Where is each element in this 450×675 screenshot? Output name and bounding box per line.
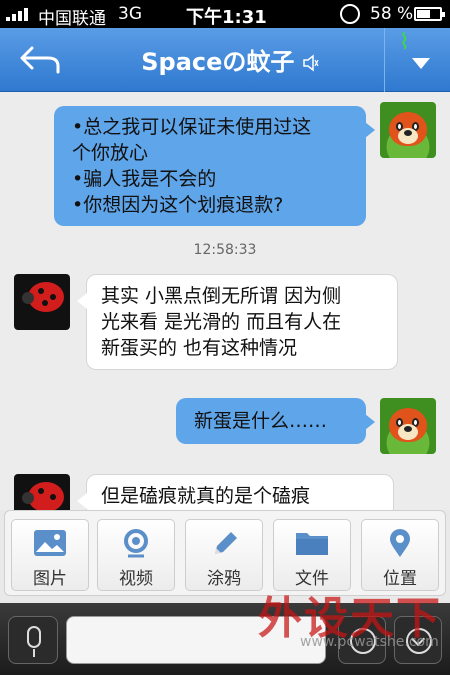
image-icon <box>34 530 66 556</box>
signal-strength-icon <box>6 8 28 21</box>
message-text: 新蛋是什么…… <box>194 410 328 432</box>
battery-fill <box>417 10 430 18</box>
contact-menu-button[interactable]: ⌇ <box>385 28 450 92</box>
tool-file-button[interactable]: 文件 <box>273 519 351 591</box>
message-bubble-outgoing[interactable]: •总之我可以保证未使用过这 个你放心 •骗人我是不会的 •你想因为这个划痕退款? <box>54 106 375 226</box>
tool-video-button[interactable]: 视频 <box>97 519 175 591</box>
tool-label: 图片 <box>33 569 67 589</box>
page-title: Spaceの蚊子 <box>141 48 295 76</box>
tool-label: 视频 <box>119 569 153 589</box>
voice-input-button[interactable] <box>8 616 58 664</box>
tool-label: 涂鸦 <box>207 569 241 589</box>
status-bar: 中国联通 3G 下午1:31 58 % <box>0 0 450 29</box>
contact-avatar[interactable] <box>14 274 70 330</box>
razer-logo-icon: ⌇ <box>399 30 410 55</box>
message-text: 其实 小黑点倒无所谓 因为侧 <box>101 285 342 307</box>
tool-doodle-button[interactable]: 涂鸦 <box>185 519 263 591</box>
watermark-url: www.pcwatshe.com <box>300 634 439 650</box>
microphone-icon <box>27 626 41 648</box>
battery-icon <box>414 7 445 21</box>
my-avatar[interactable] <box>380 102 436 158</box>
message-bubble-incoming[interactable]: 但是磕痕就真的是个磕痕 <box>77 474 394 510</box>
network-type: 3G <box>118 4 142 24</box>
back-arrow-icon <box>20 46 60 74</box>
folder-icon <box>296 533 328 555</box>
tool-image-button[interactable]: 图片 <box>11 519 89 591</box>
status-time: 下午1:31 <box>186 7 267 28</box>
my-avatar[interactable] <box>380 398 436 454</box>
message-text: 但是磕痕就真的是个磕痕 <box>101 485 311 507</box>
rotation-lock-icon <box>340 4 360 24</box>
location-pin-icon <box>390 529 410 557</box>
message-list[interactable]: •总之我可以保证未使用过这 个你放心 •骗人我是不会的 •你想因为这个划痕退款?… <box>0 92 450 510</box>
contact-title: Spaceの蚊子 <box>120 42 340 77</box>
speaker-muted-icon <box>303 54 319 72</box>
video-icon <box>124 529 148 558</box>
message-text: •骗人我是不会的 <box>72 168 217 190</box>
tool-location-button[interactable]: 位置 <box>361 519 439 591</box>
battery-percent: 58 % <box>370 4 414 24</box>
contact-avatar[interactable] <box>14 474 70 510</box>
message-text: 新蛋买的 也有这种情况 <box>101 337 298 359</box>
pencil-icon <box>215 532 237 554</box>
dropdown-triangle-icon <box>412 58 430 69</box>
message-text: •你想因为这个划痕退款? <box>72 194 284 216</box>
carrier-name: 中国联通 <box>38 9 106 29</box>
message-text: 个你放心 <box>72 142 149 164</box>
message-timestamp: 12:58:33 <box>193 242 257 258</box>
message-bubble-outgoing[interactable]: 新蛋是什么…… <box>176 398 375 444</box>
message-bubble-incoming[interactable]: 其实 小黑点倒无所谓 因为侧 光来看 是光滑的 而且有人在 新蛋买的 也有这种情… <box>77 274 398 370</box>
message-text: 光来看 是光滑的 而且有人在 <box>101 311 342 333</box>
message-text: •总之我可以保证未使用过这 <box>72 116 312 138</box>
back-button[interactable] <box>18 42 64 78</box>
chat-header: Spaceの蚊子 ⌇ <box>0 28 450 92</box>
